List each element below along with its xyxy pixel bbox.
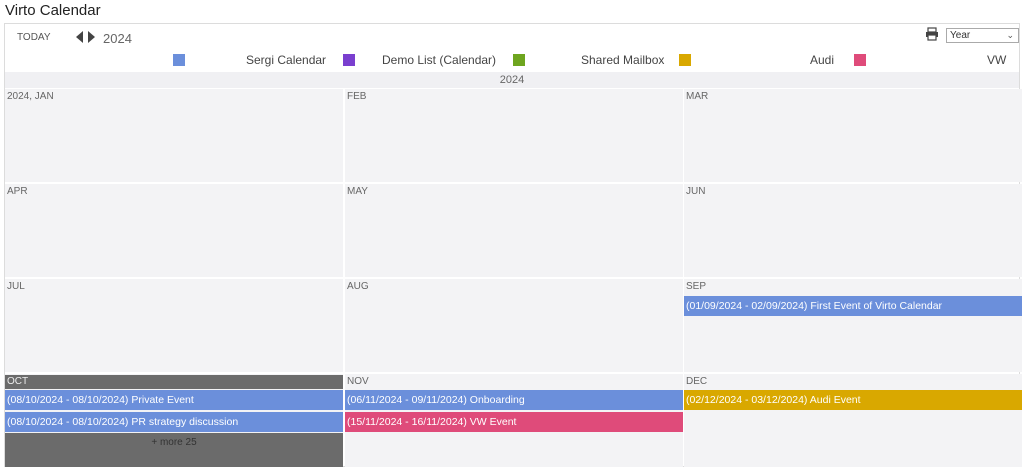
event-nov-1[interactable]: (15/11/2024 - 16/11/2024) VW Event bbox=[345, 412, 683, 432]
event-title: First Event of Virto Calendar bbox=[810, 300, 943, 312]
legend-swatch-audi bbox=[679, 54, 691, 66]
event-dates: (02/12/2024 - 03/12/2024) bbox=[686, 394, 808, 406]
legend-label-audi: Audi bbox=[810, 53, 835, 67]
event-dec-0[interactable]: (02/12/2024 - 03/12/2024) Audi Event bbox=[684, 390, 1022, 410]
month-label: 2024, JAN bbox=[7, 91, 54, 102]
legend-label-shared: Shared Mailbox bbox=[581, 53, 665, 67]
month-label: JUL bbox=[7, 281, 25, 292]
month-label: AUG bbox=[347, 281, 369, 292]
month-mar[interactable]: MAR bbox=[684, 89, 1022, 182]
event-title: Private Event bbox=[131, 394, 194, 406]
legend-label-sergi: Sergi Calendar bbox=[246, 53, 327, 67]
event-nov-0[interactable]: (06/11/2024 - 09/11/2024) Onboarding bbox=[345, 390, 683, 410]
legend-swatch-vw bbox=[854, 54, 866, 66]
month-label: SEP bbox=[686, 281, 707, 292]
event-dates: (08/10/2024 - 08/10/2024) bbox=[7, 416, 129, 428]
event-oct-1[interactable]: (08/10/2024 - 08/10/2024) PR strategy di… bbox=[5, 412, 343, 432]
event-sep-0[interactable]: (01/09/2024 - 02/09/2024) First Event of… bbox=[684, 296, 1022, 316]
event-title: PR strategy discussion bbox=[131, 416, 239, 428]
more-events-link[interactable]: + more 25 bbox=[5, 437, 343, 448]
month-jan[interactable]: 2024, JAN bbox=[5, 89, 343, 182]
legend-label-vw: VW bbox=[987, 53, 1007, 67]
year-header: 2024 bbox=[5, 72, 1019, 88]
month-label: FEB bbox=[347, 91, 367, 102]
next-arrow-icon[interactable] bbox=[88, 31, 95, 43]
month-dec[interactable]: DEC (02/12/2024 - 03/12/2024) Audi Event bbox=[684, 374, 1022, 467]
month-label: APR bbox=[7, 186, 28, 197]
legend: Sergi Calendar Demo List (Calendar) Shar… bbox=[5, 52, 1019, 70]
month-label: MAR bbox=[686, 91, 709, 102]
legend-label-demo: Demo List (Calendar) bbox=[382, 53, 497, 67]
view-select[interactable]: Year ⌄ bbox=[946, 28, 1019, 43]
month-label: MAY bbox=[347, 186, 368, 197]
event-dates: (06/11/2024 - 09/11/2024) bbox=[347, 394, 467, 406]
toolbar: TODAY 2024 Year ⌄ bbox=[5, 24, 1019, 54]
month-label: DEC bbox=[686, 376, 708, 387]
month-jul[interactable]: JUL bbox=[5, 279, 343, 372]
event-title: Audi Event bbox=[809, 394, 861, 406]
month-jun[interactable]: JUN bbox=[684, 184, 1022, 277]
event-dates: (15/11/2024 - 16/11/2024) bbox=[347, 416, 467, 428]
prev-arrow-icon[interactable] bbox=[76, 31, 83, 43]
view-select-value: Year bbox=[950, 30, 971, 41]
event-dates: (08/10/2024 - 08/10/2024) bbox=[7, 394, 129, 406]
current-year: 2024 bbox=[103, 31, 132, 46]
legend-swatch-sergi bbox=[173, 54, 185, 66]
legend-swatch-shared bbox=[513, 54, 525, 66]
month-nov[interactable]: NOV (06/11/2024 - 09/11/2024) Onboarding… bbox=[345, 374, 683, 467]
print-icon[interactable] bbox=[925, 27, 939, 41]
legend-swatch-demo bbox=[343, 54, 355, 66]
calendar-frame: TODAY 2024 Year ⌄ Sergi Calendar Demo Li… bbox=[4, 23, 1022, 467]
month-apr[interactable]: APR bbox=[5, 184, 343, 277]
more-events-box: + more 25 bbox=[5, 433, 343, 467]
today-button[interactable]: TODAY bbox=[17, 32, 51, 43]
chevron-down-icon: ⌄ bbox=[1006, 30, 1014, 40]
month-sep[interactable]: SEP (01/09/2024 - 02/09/2024) First Even… bbox=[684, 279, 1022, 372]
month-feb[interactable]: FEB bbox=[345, 89, 683, 182]
event-title: VW Event bbox=[469, 416, 517, 428]
month-label: OCT bbox=[5, 375, 343, 389]
event-title: Onboarding bbox=[469, 394, 525, 406]
event-oct-0[interactable]: (08/10/2024 - 08/10/2024) Private Event bbox=[5, 390, 343, 410]
month-may[interactable]: MAY bbox=[345, 184, 683, 277]
event-dates: (01/09/2024 - 02/09/2024) bbox=[686, 300, 808, 312]
month-label: JUN bbox=[686, 186, 706, 197]
month-label: NOV bbox=[347, 376, 369, 387]
month-aug[interactable]: AUG bbox=[345, 279, 683, 372]
month-oct[interactable]: OCT (08/10/2024 - 08/10/2024) Private Ev… bbox=[5, 374, 343, 467]
app-title: Virto Calendar bbox=[5, 2, 101, 19]
